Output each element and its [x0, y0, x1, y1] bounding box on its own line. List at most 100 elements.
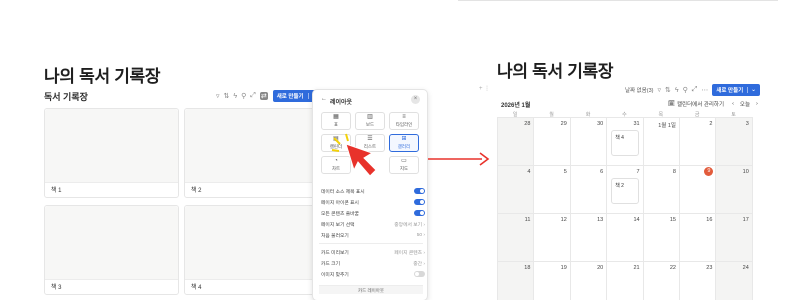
- calendar-day-cell[interactable]: 29: [533, 117, 570, 165]
- calendar-day-cell[interactable]: 11: [497, 213, 534, 261]
- expand-icon[interactable]: ⤢: [692, 86, 698, 94]
- calendar-day-cell[interactable]: 30: [569, 117, 607, 165]
- calendar-day-cell[interactable]: 24: [715, 261, 752, 300]
- calendar-day-cell[interactable]: 22: [642, 261, 679, 300]
- calendar-day-cell[interactable]: 10: [715, 165, 752, 213]
- day-number: 3: [745, 121, 749, 127]
- calendar-day-cell[interactable]: 31 책 4: [606, 117, 643, 165]
- toggle-switch[interactable]: [414, 271, 425, 277]
- add-view-icon[interactable]: + ⋮: [479, 85, 490, 92]
- filter-icon[interactable]: ▿: [658, 86, 662, 94]
- day-number: 13: [597, 217, 604, 223]
- database-title[interactable]: 독서 기록장: [44, 90, 88, 103]
- page-title: 나의 독서 기록장: [44, 67, 161, 86]
- layout-option-map[interactable]: ▭ 지도: [389, 156, 419, 174]
- calendar-day-cell[interactable]: 20: [569, 261, 607, 300]
- today-date: 9: [704, 167, 714, 176]
- event-card[interactable]: 책 4: [611, 130, 640, 156]
- automation-icon[interactable]: ϟ: [675, 87, 679, 94]
- toggle-switch[interactable]: [414, 188, 425, 194]
- filter-icon[interactable]: ▿: [216, 92, 220, 100]
- annotation-pointer: [331, 133, 377, 177]
- calendar-day-cell[interactable]: 19: [533, 261, 570, 300]
- setting-row[interactable]: 이미지 맞추기: [321, 270, 425, 278]
- calendar-day-cell[interactable]: 21: [606, 261, 643, 300]
- chevron-right-icon[interactable]: ›: [756, 101, 758, 107]
- calendar-day-cell[interactable]: 18: [497, 261, 534, 300]
- layout-panel: ← 레이아웃 × ▦표 ▥보드 ≡타임라인 ▤캘린더 ☰리스트 ⊞갤러리 ◔차트…: [312, 89, 428, 300]
- layout-label: 타임라인: [395, 122, 413, 127]
- calendar-day-cell[interactable]: 1월 1일: [642, 117, 679, 165]
- calendar-day-cell[interactable]: 8: [642, 165, 679, 213]
- card-cover: [45, 109, 178, 183]
- setting-row[interactable]: 데이터 소스 제목 표시: [321, 187, 425, 195]
- page-title-right: 나의 독서 기록장: [497, 62, 614, 81]
- calendar-day-cell[interactable]: 14: [606, 213, 643, 261]
- day-number: 8: [672, 169, 676, 175]
- chevron-left-icon[interactable]: ‹: [732, 101, 734, 107]
- today-button[interactable]: 오늘: [740, 100, 750, 108]
- setting-row[interactable]: 페이지 보기 선택 중앙에서 보기 ›: [321, 220, 425, 228]
- day-number: 29: [560, 121, 567, 127]
- day-number: 10: [742, 169, 749, 175]
- expand-icon[interactable]: ⤢: [250, 92, 256, 100]
- toggle-switch[interactable]: [414, 210, 425, 216]
- setting-row[interactable]: 페이지 아이콘 표시: [321, 198, 425, 206]
- card-title: 책 1: [51, 188, 62, 194]
- setting-row[interactable]: 모든 콘텐츠 줄바꿈: [321, 209, 425, 217]
- manage-in-calendar-link[interactable]: 캘린더에서 관리하기: [677, 100, 724, 108]
- calendar-day-cell[interactable]: 4: [497, 165, 534, 213]
- gallery-card[interactable]: 책 1: [44, 108, 179, 198]
- calendar-manage-icon: 🗓: [668, 101, 675, 107]
- day-number: 28: [524, 121, 531, 127]
- calendar-day-cell[interactable]: 12: [533, 213, 570, 261]
- card-layout-button[interactable]: 카드 레이아웃: [319, 285, 423, 294]
- day-number: 1월 1일: [658, 123, 676, 129]
- toggle-switch[interactable]: [414, 199, 425, 205]
- setting-row[interactable]: 카드 미리보기 페이지 콘텐츠 ›: [321, 248, 425, 256]
- close-icon[interactable]: ×: [411, 95, 420, 104]
- card-cover: [45, 206, 178, 280]
- calendar-day-cell[interactable]: 13: [569, 213, 607, 261]
- gallery-card[interactable]: 책 3: [44, 205, 179, 295]
- top-divider: [458, 0, 778, 1]
- calendar-day-cell[interactable]: 3: [715, 117, 752, 165]
- automation-icon[interactable]: ϟ: [233, 93, 237, 100]
- new-button-right[interactable]: 새로 만들기 ⌄: [712, 84, 760, 96]
- setting-row[interactable]: 처음 불러오기 50 ›: [321, 231, 425, 239]
- calendar-day-cell[interactable]: 2: [679, 117, 716, 165]
- chevron-down-icon[interactable]: ⌄: [747, 87, 756, 93]
- layout-label: 갤러리: [397, 144, 411, 149]
- layout-option-timeline[interactable]: ≡ 타임라인: [389, 112, 419, 130]
- day-number: 23: [706, 265, 713, 271]
- gallery-card[interactable]: 책 4: [184, 205, 319, 295]
- calendar-day-cell[interactable]: 28: [497, 117, 534, 165]
- day-number: 20: [597, 265, 604, 271]
- left-toolbar: ▿ ⇅ ϟ ⚲ ⤢ ⇄ 새로 만들기⌄: [212, 90, 321, 102]
- day-number: 11: [524, 217, 531, 223]
- calendar-day-cell[interactable]: 15: [642, 213, 679, 261]
- calendar-day-cell[interactable]: 23: [679, 261, 716, 300]
- day-number: 19: [560, 265, 567, 271]
- search-icon[interactable]: ⚲: [241, 92, 246, 100]
- calendar-day-cell[interactable]: 6: [569, 165, 607, 213]
- setting-label: 페이지 보기 선택: [321, 222, 355, 228]
- calendar-controls: 🗓 캘린더에서 관리하기 ‹ 오늘 ›: [668, 100, 758, 108]
- search-icon[interactable]: ⚲: [683, 86, 688, 94]
- calendar-day-cell[interactable]: 9: [679, 165, 716, 213]
- gallery-card[interactable]: 책 2: [184, 108, 319, 198]
- calendar-day-cell[interactable]: 7 책 2: [606, 165, 643, 213]
- no-date-button[interactable]: 날짜 없음(3): [625, 86, 654, 94]
- calendar-day-cell[interactable]: 17: [715, 213, 752, 261]
- link-icon[interactable]: ⇄: [259, 92, 268, 100]
- sort-icon[interactable]: ⇅: [665, 86, 671, 94]
- sort-icon[interactable]: ⇅: [224, 92, 230, 100]
- event-card[interactable]: 책 2: [611, 178, 640, 204]
- layout-option-gallery[interactable]: ⊞ 갤러리: [389, 134, 419, 152]
- more-icon[interactable]: ⋯: [701, 86, 708, 94]
- day-number: 15: [669, 217, 676, 223]
- setting-row[interactable]: 카드 크기 중간 ›: [321, 259, 425, 267]
- calendar-day-cell[interactable]: 5: [533, 165, 570, 213]
- back-icon[interactable]: ←: [321, 96, 327, 102]
- calendar-day-cell[interactable]: 16: [679, 213, 716, 261]
